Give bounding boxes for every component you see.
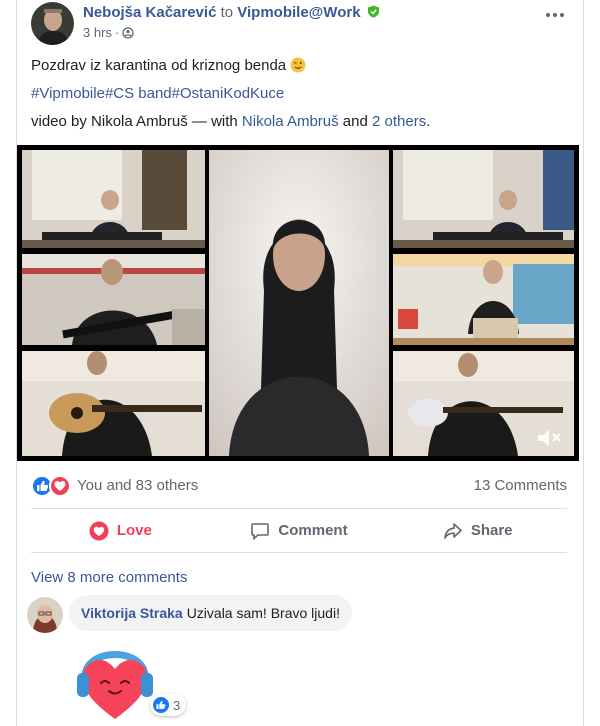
commenter-name[interactable]: Viktorija Straka <box>81 605 183 621</box>
more-options-button[interactable] <box>545 2 565 23</box>
comment-bubble: Viktorija Straka Uzivala sam! Bravo ljud… <box>69 595 352 631</box>
wink-emoji-icon <box>290 57 306 73</box>
post-line-credit: video by Nikola Ambruš — with Nikola Amb… <box>31 112 571 132</box>
view-more-comments-link[interactable]: View 8 more comments <box>31 569 187 586</box>
love-label: Love <box>116 522 152 539</box>
reactions-count[interactable]: You and 83 others <box>77 477 198 494</box>
love-react-icon <box>89 521 109 540</box>
reaction-icons[interactable] <box>31 475 73 497</box>
share-button[interactable]: Share <box>388 509 567 552</box>
post-line-hashtags: #Vipmobile#CS band#OstaniKodKuce <box>31 84 571 104</box>
post-meta: 3 hrs · <box>83 25 134 40</box>
action-bar: Love Comment Share <box>31 508 567 553</box>
share-icon <box>444 522 462 539</box>
post-header: Nebojša Kačarević to Vipmobile@Work 3 hr… <box>31 0 571 48</box>
video-tile-guitar-left <box>22 254 205 345</box>
post-line-greeting: Pozdrav iz karantina od kriznog benda <box>31 56 571 76</box>
author-line: Nebojša Kačarević to Vipmobile@Work <box>83 4 380 21</box>
post-text: Pozdrav iz karantina od kriznog benda #V… <box>31 56 571 140</box>
post-time[interactable]: 3 hrs <box>83 25 112 40</box>
feed-border-right <box>583 0 584 726</box>
and-text: and <box>338 113 372 130</box>
tagged-person-link[interactable]: Nikola Ambruš <box>242 113 339 130</box>
group-badge-icon <box>367 5 379 18</box>
more-horizontal-icon <box>546 13 564 17</box>
sticker-like-count[interactable]: 3 <box>150 694 187 716</box>
mute-icon[interactable] <box>537 427 563 449</box>
video-tile-acoustic-left <box>22 351 205 456</box>
credit-prefix: video by Nikola Ambruš — with <box>31 113 242 130</box>
heart-headphones-sticker <box>77 651 153 719</box>
to-label: to <box>220 4 234 21</box>
video-tile-cajon-right <box>393 254 574 345</box>
love-button[interactable]: Love <box>31 509 210 552</box>
reactions-bar: You and 83 others 13 Comments <box>31 473 567 499</box>
like-react-icon <box>153 697 169 713</box>
others-link[interactable]: 2 others <box>372 113 426 130</box>
comment-icon <box>251 522 270 540</box>
sticker-like-number: 3 <box>173 697 181 713</box>
video-tile-keyboard-right <box>393 150 574 248</box>
author-name[interactable]: Nebojša Kačarević <box>83 4 216 21</box>
video-player[interactable] <box>17 145 579 461</box>
period-text: . <box>426 113 431 130</box>
comments-count[interactable]: 13 Comments <box>474 477 567 494</box>
comment-button[interactable]: Comment <box>210 509 389 552</box>
hashtags[interactable]: #Vipmobile#CS band#OstaniKodKuce <box>31 85 284 102</box>
meta-separator: · <box>114 25 120 40</box>
video-tile-singer-center <box>209 150 389 456</box>
comment-text: Uzivala sam! Bravo ljudi! <box>186 605 340 621</box>
share-label: Share <box>470 522 513 539</box>
greeting-text: Pozdrav iz karantina od kriznog benda <box>31 57 287 74</box>
comment-label: Comment <box>278 522 348 539</box>
feed-post: Nebojša Kačarević to Vipmobile@Work 3 hr… <box>17 0 583 726</box>
commenter-avatar[interactable] <box>27 597 63 633</box>
group-name[interactable]: Vipmobile@Work <box>237 4 360 21</box>
author-avatar[interactable] <box>31 2 74 45</box>
audience-workplace-icon[interactable] <box>122 26 134 39</box>
video-tile-keyboard-left <box>22 150 205 248</box>
